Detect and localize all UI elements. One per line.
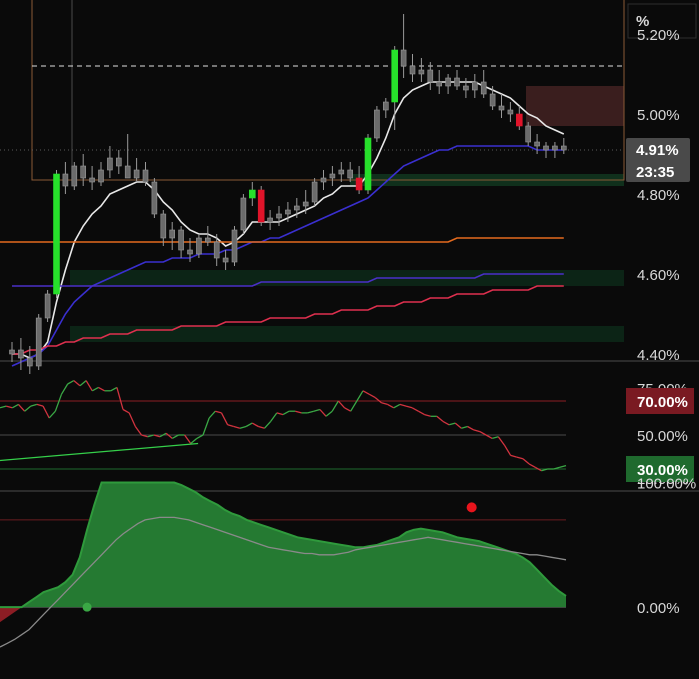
candle[interactable] (240, 194, 247, 234)
candle-body (364, 137, 372, 191)
candle[interactable] (364, 134, 372, 194)
candle-body (35, 317, 42, 367)
candle-body (534, 141, 540, 147)
candle-body (124, 165, 131, 179)
rsi-50-label: 50.00% (637, 428, 688, 445)
candle-body (205, 237, 211, 243)
candle-body (355, 177, 363, 191)
candle-body (276, 213, 282, 219)
candle-body (151, 181, 158, 215)
candle-body (543, 145, 549, 151)
zone-demand (70, 326, 624, 342)
candle-body (53, 173, 60, 295)
candle[interactable] (44, 290, 51, 322)
candle-body (89, 177, 95, 183)
candle-body (507, 109, 514, 115)
candle[interactable] (71, 162, 78, 190)
candle-body (267, 217, 273, 223)
candle-body (480, 81, 487, 95)
candle-body (489, 93, 496, 107)
candle-body (107, 157, 113, 171)
candle-body (382, 101, 389, 111)
zone-demand (70, 270, 624, 286)
rsi-panel-bg (0, 362, 699, 490)
candle-body (311, 181, 318, 203)
candle-body (71, 165, 78, 187)
osc-red-marker (466, 502, 477, 513)
osc-tick-label: 0.00% (637, 600, 680, 617)
osc-green-marker (82, 602, 92, 612)
candle-body (62, 173, 69, 187)
candle[interactable] (374, 106, 380, 142)
candle-body (427, 69, 434, 83)
candle-body (471, 81, 478, 91)
price-tick-label: 5.00% (637, 107, 680, 124)
candle-body (222, 257, 229, 263)
candle-body (213, 241, 220, 259)
candle-body (249, 189, 256, 199)
candle-body (445, 77, 451, 87)
candle-body (116, 157, 122, 167)
candle-body (409, 65, 416, 75)
candle-body (320, 177, 327, 183)
candle-body (44, 293, 51, 319)
countdown-label: 23:35 (636, 164, 674, 181)
candle[interactable] (257, 186, 265, 226)
candle-body (374, 109, 380, 139)
candle[interactable] (35, 314, 42, 370)
osc-tick-label: 100.00% (637, 475, 696, 492)
candle-body (418, 69, 425, 75)
rsi-70-label: 70.00% (637, 394, 688, 411)
candle-body (231, 229, 238, 263)
candle-body (169, 229, 175, 239)
candle-body (302, 201, 309, 207)
candle-body (391, 49, 399, 103)
zone-supply (526, 86, 624, 126)
candle-body (98, 169, 104, 183)
candle-body (80, 165, 86, 179)
candle-body (552, 145, 558, 151)
candle-body (9, 349, 15, 355)
candle-body (240, 197, 247, 231)
candle-body (196, 237, 202, 255)
candle-body (178, 229, 184, 251)
price-tick-label: 4.60% (637, 267, 680, 284)
candle-body (347, 169, 354, 179)
candle[interactable] (231, 226, 238, 266)
trading-chart[interactable]: % 5.20%5.00%4.80%4.60%4.40%4.91%23:3575.… (0, 0, 699, 679)
price-tick-label: 4.80% (637, 187, 680, 204)
candle-body (160, 213, 167, 239)
candle-body (18, 349, 24, 359)
current-price-label: 4.91% (636, 142, 679, 159)
candle-body (515, 113, 523, 127)
candle[interactable] (53, 170, 60, 298)
candle-body (338, 169, 345, 175)
candle-body (463, 85, 469, 91)
candle-body (454, 77, 460, 87)
candle-body (285, 209, 291, 215)
candle-body (560, 145, 567, 151)
candle-body (293, 205, 300, 211)
candle-body (133, 169, 140, 179)
candle-body (257, 189, 265, 223)
candle-body (498, 105, 505, 111)
price-tick-label: 5.20% (637, 27, 680, 44)
candle-body (187, 249, 193, 255)
candle-body (525, 125, 532, 143)
candle-body (329, 173, 336, 179)
candle[interactable] (151, 178, 158, 218)
price-tick-label: 4.40% (637, 347, 680, 364)
candle-body (400, 49, 407, 67)
candle-body (26, 357, 33, 367)
candle-body (436, 81, 443, 87)
candle-body (142, 169, 149, 183)
candle[interactable] (311, 178, 318, 206)
